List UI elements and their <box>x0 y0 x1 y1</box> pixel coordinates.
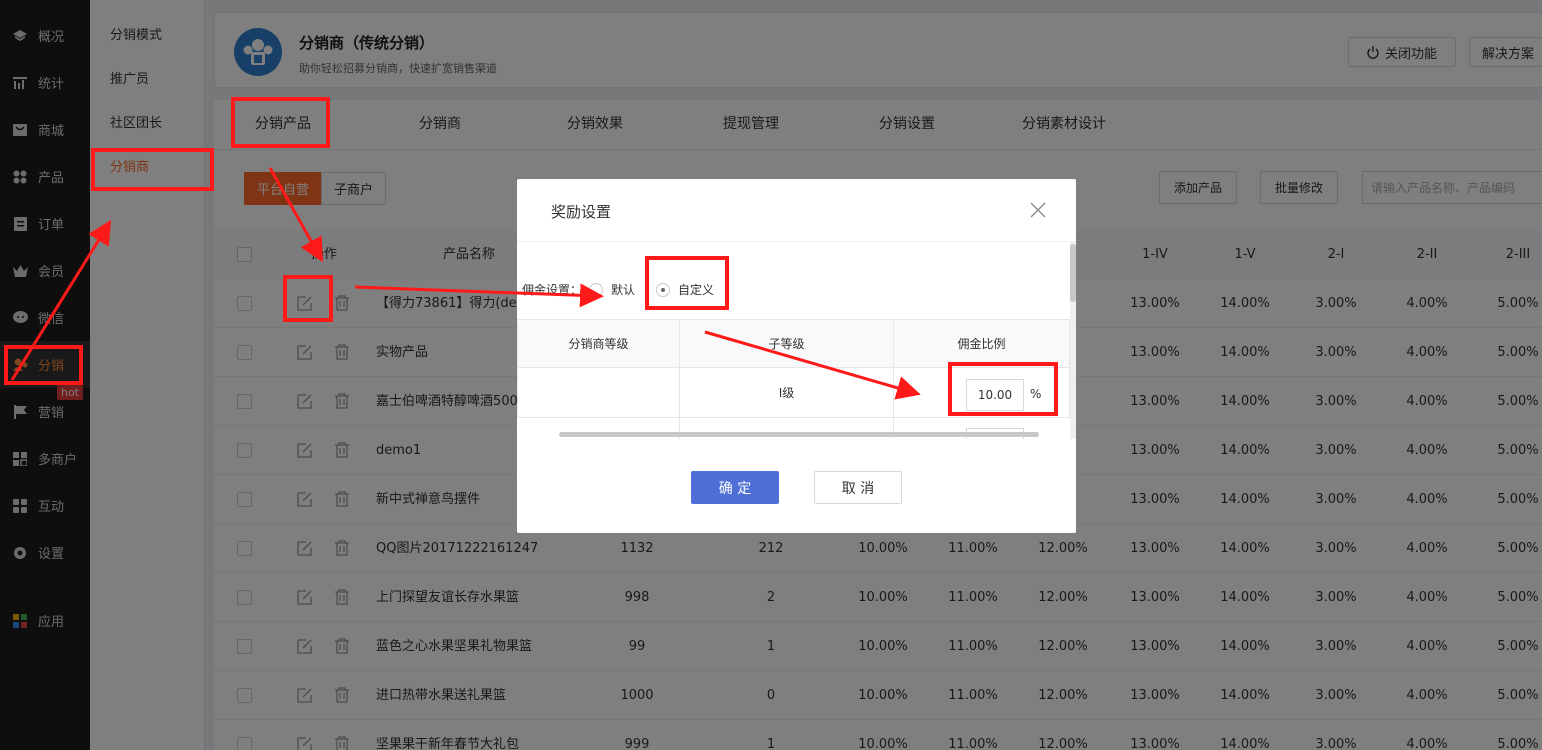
cell-distributor-level <box>517 368 680 418</box>
header-commission-ratio: 佣金比例 <box>893 319 1070 368</box>
close-icon[interactable] <box>1029 201 1047 219</box>
annotation-box-submenu <box>91 148 214 191</box>
radio-default[interactable] <box>589 283 603 297</box>
confirm-button[interactable]: 确 定 <box>691 471 779 504</box>
annotation-box-tab <box>231 97 330 148</box>
annotation-box-sidebar <box>4 345 83 385</box>
radio-default-label: 默认 <box>611 283 636 297</box>
cell-sub-level: I级 <box>679 368 894 418</box>
annotation-box-custom <box>645 256 729 310</box>
header-distributor-level: 分销商等级 <box>517 319 680 368</box>
dialog-title: 奖励设置 <box>551 203 612 221</box>
vertical-scrollbar[interactable] <box>1070 242 1076 439</box>
header-sub-level: 子等级 <box>679 319 894 368</box>
commission-setting-label: 佣金设置： <box>522 283 583 297</box>
annotation-box-edit <box>283 275 333 322</box>
annotation-box-rate <box>948 362 1058 416</box>
reward-settings-dialog: 奖励设置 佣金设置： 默认 自定义 分销商等级 子等级 佣金比例 I级 % 确 … <box>517 179 1076 533</box>
horizontal-scrollbar[interactable] <box>517 432 1070 438</box>
cancel-button[interactable]: 取 消 <box>814 471 902 504</box>
